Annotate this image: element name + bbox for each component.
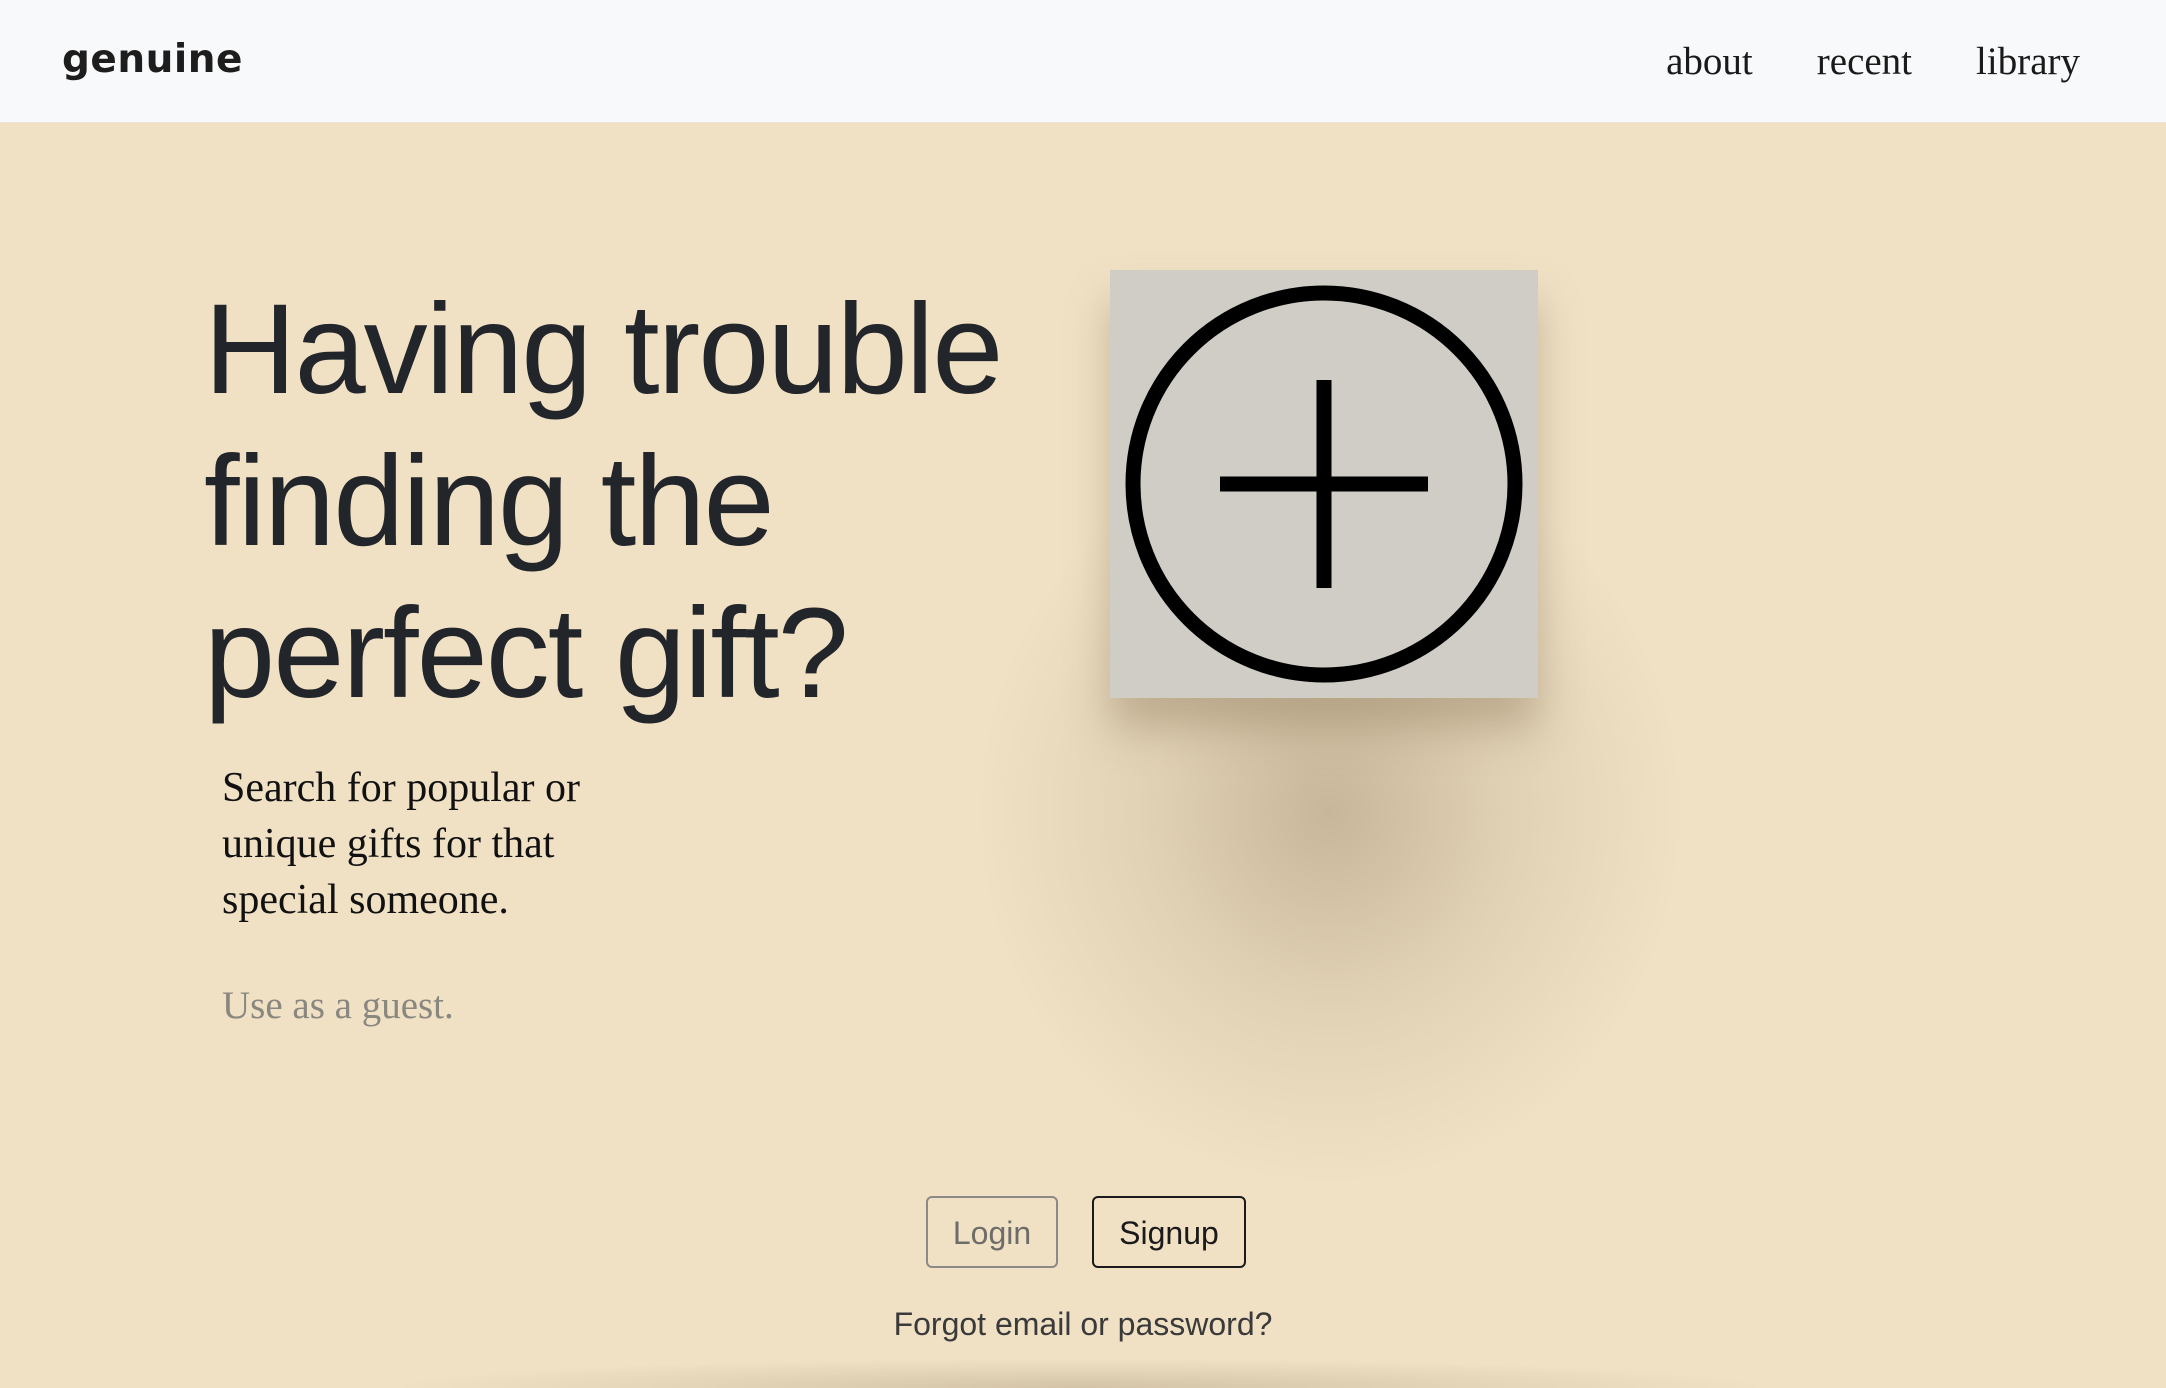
brand-logo[interactable]: genuine (62, 34, 243, 86)
hero-subtext: Search for popular or unique gifts for t… (222, 765, 581, 923)
bottom-shadow (380, 1358, 1780, 1388)
top-navbar: genuine about recent library (0, 0, 2166, 123)
hero-section: Having trouble finding the perfect gift?… (0, 122, 2166, 1388)
nav-links: about recent library (1666, 36, 2080, 88)
hero-headline: Having trouble finding the perfect gift? (204, 278, 1003, 725)
add-gift-tile[interactable] (1110, 270, 1538, 698)
guest-link[interactable]: Use as a guest. (222, 980, 454, 1032)
forgot-credentials-link[interactable]: Forgot email or password? (0, 1302, 2166, 1346)
nav-link-recent[interactable]: recent (1817, 36, 1912, 88)
nav-link-library[interactable]: library (1976, 36, 2080, 88)
nav-link-about[interactable]: about (1666, 36, 1753, 88)
plus-circle-icon (1125, 285, 1523, 683)
login-button[interactable]: Login (926, 1196, 1058, 1268)
signup-button[interactable]: Signup (1092, 1196, 1246, 1268)
